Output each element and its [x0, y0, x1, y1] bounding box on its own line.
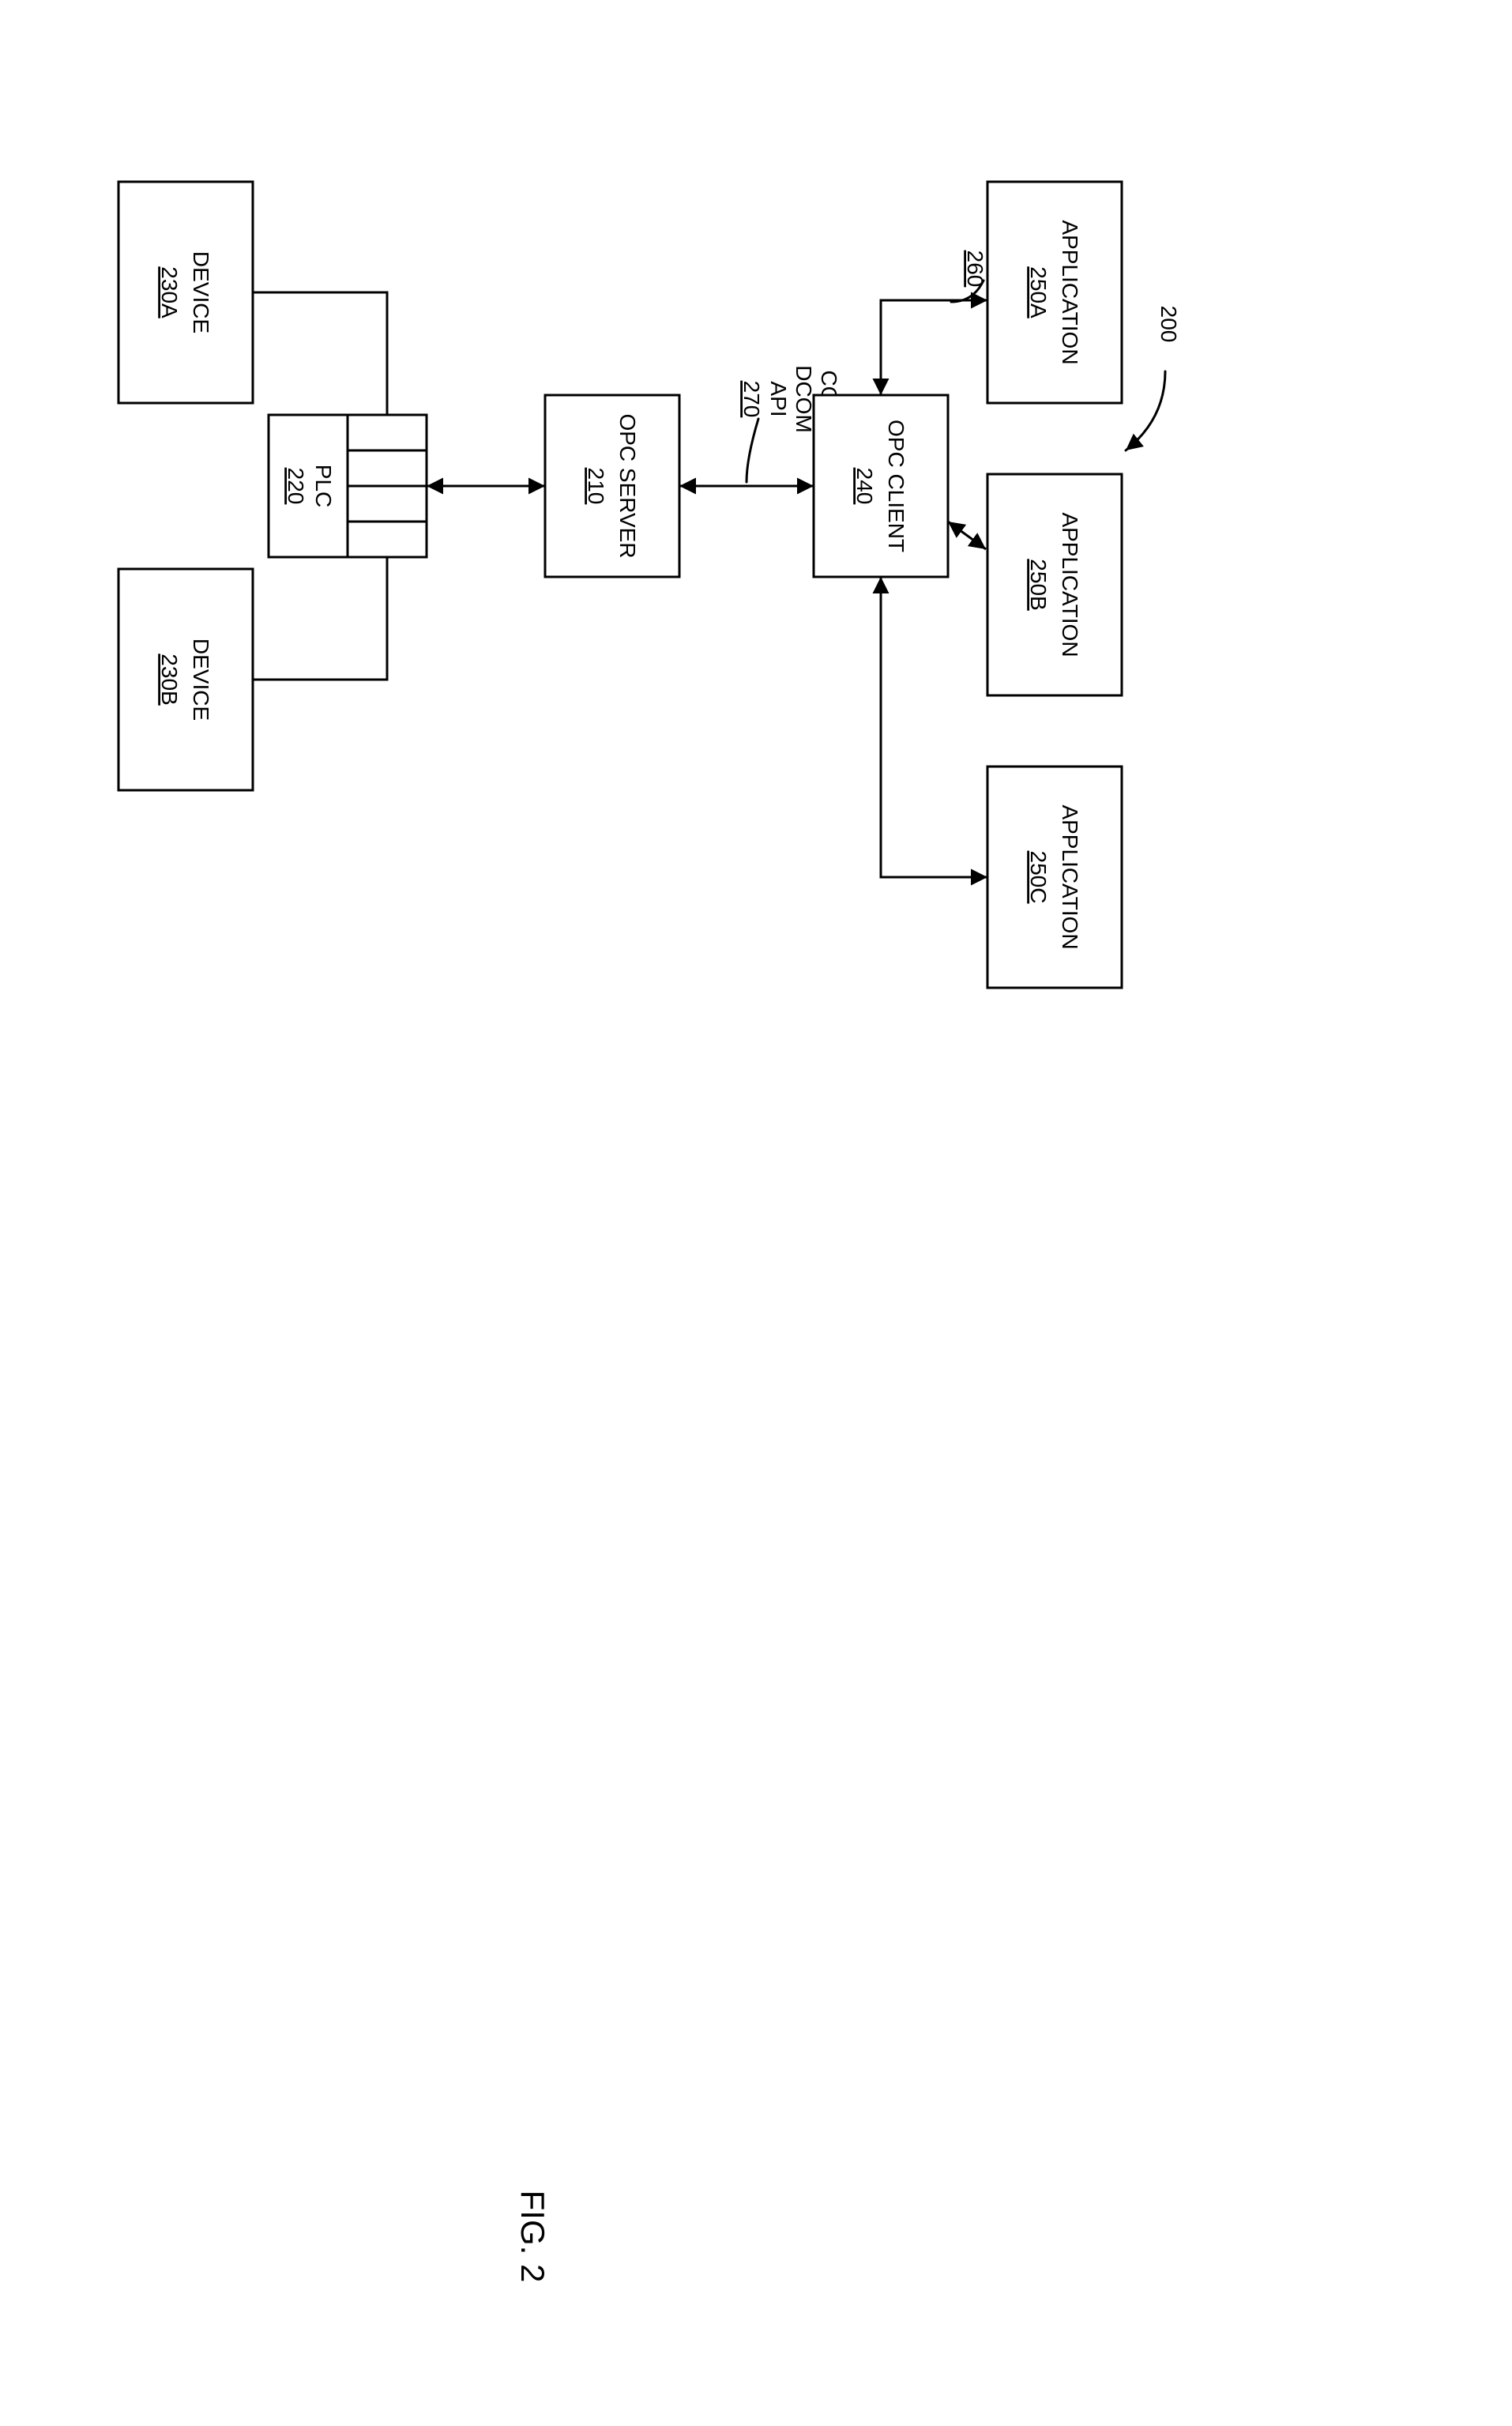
device-b-label: DEVICE: [189, 639, 213, 721]
device-a-box: DEVICE 230A: [118, 182, 253, 403]
com-dcom-leader: [747, 419, 758, 482]
architecture-diagram: 200 DEVICE 230A DEVICE 230B PLC 220: [0, 0, 1512, 2426]
conn-opcclient-appA: [881, 300, 987, 395]
conn-opcclient-appC: [881, 577, 987, 877]
device-b-id: 230B: [157, 654, 182, 705]
app-b-id: 250B: [1026, 559, 1051, 610]
opc-client-id: 240: [852, 468, 877, 505]
app-b-label: APPLICATION: [1058, 512, 1082, 657]
opc-server-id: 210: [584, 468, 608, 505]
device-b-box: DEVICE 230B: [118, 569, 253, 790]
com-dcom-l3: API: [766, 381, 791, 416]
device-a-label: DEVICE: [189, 251, 213, 333]
conn-deviceA-plc: [253, 292, 387, 415]
app-c-box: APPLICATION 250C: [987, 767, 1122, 988]
opc-server-box: OPC SERVER 210: [545, 395, 679, 577]
conn-opcclient-appB: [948, 522, 986, 549]
diagram-refnum: 200: [1157, 306, 1181, 343]
opc-client-label: OPC CLIENT: [884, 420, 908, 552]
plc-id: 220: [284, 468, 308, 505]
opc-server-label: OPC SERVER: [615, 413, 640, 558]
com-dcom-l4: 270: [739, 381, 764, 418]
app-a-box: APPLICATION 250A: [987, 182, 1122, 403]
app-c-id: 250C: [1026, 851, 1051, 904]
plc-group: PLC 220: [269, 415, 427, 557]
figure-label: FIG. 2: [514, 2191, 551, 2283]
app-b-box: APPLICATION 250B: [987, 474, 1122, 695]
refnum-leader: [1126, 371, 1165, 450]
conn-deviceB-plc: [253, 557, 387, 680]
plc-label: PLC: [311, 465, 336, 507]
device-a-id: 230A: [157, 266, 182, 318]
app-c-label: APPLICATION: [1058, 804, 1082, 949]
app-a-label: APPLICATION: [1058, 220, 1082, 364]
app-a-id: 250A: [1026, 266, 1051, 318]
rotated-content: 200 DEVICE 230A DEVICE 230B PLC 220: [118, 182, 1181, 988]
com-dcom-l2: DCOM: [792, 365, 816, 433]
opc-client-box: OPC CLIENT 240: [814, 395, 948, 577]
